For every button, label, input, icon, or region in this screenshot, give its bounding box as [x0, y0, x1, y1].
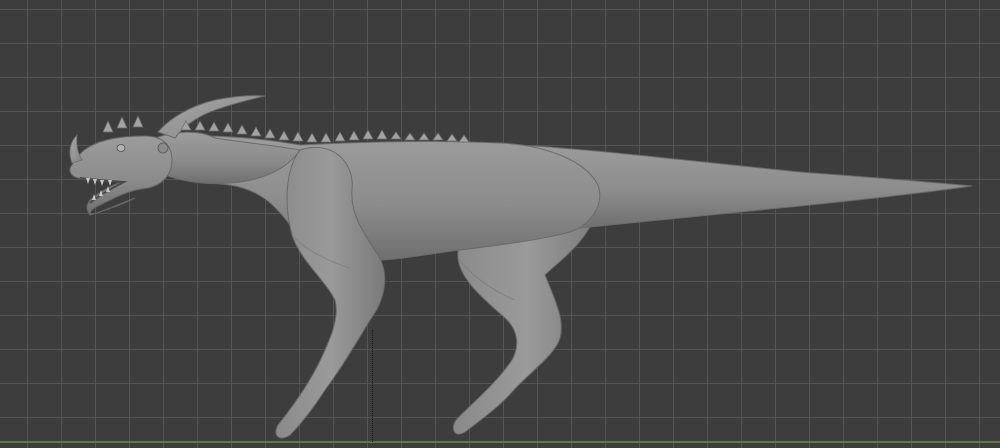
- ear: [157, 142, 169, 154]
- origin-marker: [372, 330, 373, 442]
- spike: [348, 130, 360, 141]
- dinosaur-model[interactable]: [0, 0, 1000, 448]
- spike: [132, 115, 144, 128]
- spike: [102, 120, 114, 133]
- spike: [116, 116, 128, 129]
- spike: [404, 132, 416, 141]
- spike: [222, 122, 234, 133]
- spike: [458, 134, 470, 143]
- spike: [264, 128, 276, 139]
- head-horn: [157, 95, 266, 139]
- spike: [376, 129, 388, 140]
- spike: [250, 126, 262, 137]
- 3d-viewport[interactable]: [0, 0, 1000, 448]
- spike: [390, 131, 402, 140]
- eye-icon: [116, 144, 126, 152]
- spike: [208, 121, 220, 132]
- spike: [306, 132, 318, 143]
- spike: [292, 131, 304, 142]
- spike: [418, 132, 430, 141]
- spike: [194, 120, 206, 131]
- spike: [446, 133, 458, 142]
- nose-horn: [69, 133, 83, 164]
- spike: [320, 132, 332, 143]
- spike: [432, 132, 444, 141]
- spike: [362, 129, 374, 140]
- spike: [236, 124, 248, 135]
- spike: [278, 130, 290, 141]
- spike: [334, 131, 346, 142]
